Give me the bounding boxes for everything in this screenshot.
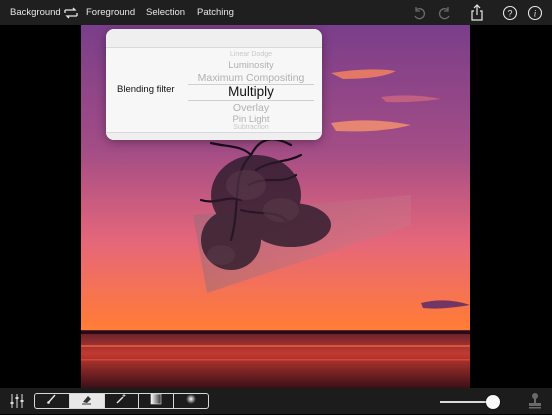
gradient-tool-button[interactable] <box>139 394 175 408</box>
picker-selection-line <box>188 100 314 101</box>
info-icon[interactable]: i <box>525 3 545 22</box>
blending-filter-picker[interactable]: Linear Dodge Luminosity Maximum Composit… <box>188 47 314 132</box>
picker-option[interactable]: Luminosity <box>188 60 314 71</box>
picker-option[interactable]: Subtraction <box>188 124 314 131</box>
adjustments-icon[interactable] <box>9 392 25 410</box>
redo-icon[interactable] <box>434 3 454 22</box>
svg-text:?: ? <box>507 8 512 18</box>
popover-footer <box>106 132 322 140</box>
brush-size-slider-thumb[interactable] <box>486 395 500 409</box>
foreground-tab[interactable]: Foreground <box>86 0 135 25</box>
eraser-tool-button[interactable] <box>69 394 105 408</box>
top-toolbar: Background Foreground Selection Patching… <box>0 0 552 25</box>
picker-option-selected[interactable]: Multiply <box>188 84 314 99</box>
radial-icon <box>185 394 197 408</box>
gradient-icon <box>150 394 162 408</box>
help-icon[interactable]: ? <box>500 3 520 22</box>
picker-option[interactable]: Maximum Compositing <box>188 72 314 84</box>
background-tab[interactable]: Background <box>10 0 61 25</box>
stamp-icon[interactable] <box>527 392 543 410</box>
wand-tool-button[interactable] <box>105 394 140 408</box>
share-icon[interactable] <box>467 3 487 22</box>
brush-icon <box>46 394 58 408</box>
brush-tool-button[interactable] <box>35 394 70 408</box>
svg-text:i: i <box>534 8 537 18</box>
swap-icon[interactable] <box>61 3 81 22</box>
popover-header <box>106 29 322 48</box>
picker-option[interactable]: Overlay <box>188 102 314 114</box>
blending-filter-label: Blending filter <box>117 84 175 95</box>
eraser-icon <box>81 394 93 408</box>
tool-segmented-control <box>34 393 209 409</box>
selection-tab[interactable]: Selection <box>146 0 185 25</box>
patching-tab[interactable]: Patching <box>197 0 234 25</box>
undo-icon[interactable] <box>410 3 430 22</box>
picker-option[interactable]: Linear Dodge <box>188 51 314 58</box>
blending-filter-popover: Blending filter Linear Dodge Luminosity … <box>106 29 322 140</box>
wand-icon <box>115 394 127 408</box>
radial-tool-button[interactable] <box>174 394 208 408</box>
